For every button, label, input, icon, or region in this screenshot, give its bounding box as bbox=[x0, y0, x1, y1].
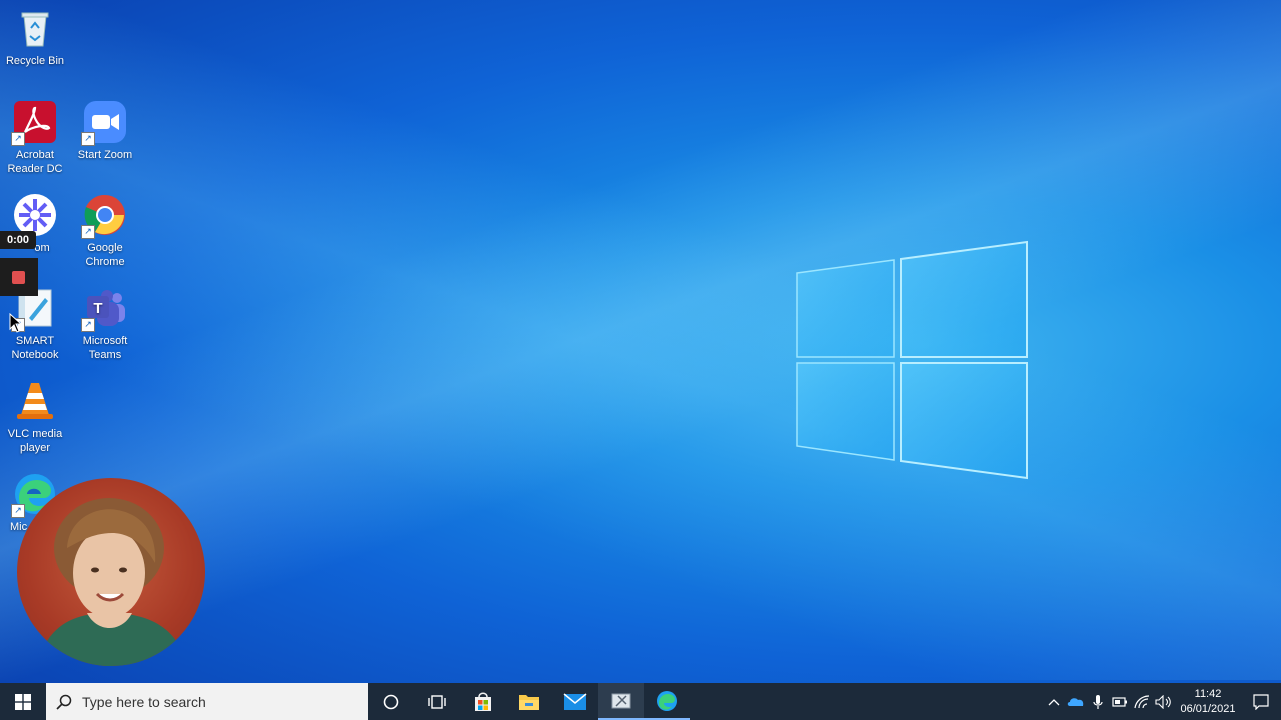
mail-icon bbox=[563, 692, 587, 710]
taskbar: Type here to search 11:42 06/01/2021 bbox=[0, 683, 1281, 720]
shortcut-arrow-icon: ↗ bbox=[11, 132, 25, 146]
acrobat-icon: ↗ bbox=[11, 100, 57, 146]
windows-logo-wallpaper bbox=[796, 240, 1028, 480]
cortana-button[interactable] bbox=[368, 683, 414, 720]
desktop-icon-chrome[interactable]: ↗ Google Chrome bbox=[70, 193, 140, 269]
microphone-icon bbox=[1093, 694, 1103, 709]
taskbar-clock[interactable]: 11:42 06/01/2021 bbox=[1175, 687, 1241, 717]
desktop-icon-vlc[interactable]: VLC media player bbox=[0, 379, 70, 455]
onedrive-icon bbox=[1067, 697, 1084, 706]
shortcut-arrow-icon: ↗ bbox=[11, 504, 25, 518]
system-tray: 11:42 06/01/2021 bbox=[1043, 683, 1281, 720]
task-view-icon bbox=[428, 694, 446, 709]
desktop-icon-label: Start Zoom bbox=[77, 149, 133, 161]
search-placeholder: Type here to search bbox=[82, 693, 206, 710]
teams-icon: T ↗ bbox=[81, 286, 127, 332]
windows-start-icon bbox=[15, 693, 31, 710]
wifi-icon bbox=[1134, 694, 1150, 708]
vlc-icon bbox=[13, 379, 57, 423]
stop-icon bbox=[12, 271, 25, 284]
cortana-icon bbox=[383, 694, 399, 709]
svg-text:T: T bbox=[93, 300, 102, 317]
desktop-icon-label: Recycle Bin bbox=[5, 55, 65, 67]
battery-icon bbox=[1112, 696, 1127, 707]
taskbar-app-mail[interactable] bbox=[552, 683, 598, 720]
desktop-icon-recycle-bin[interactable]: Recycle Bin bbox=[0, 6, 70, 68]
start-button[interactable] bbox=[0, 683, 46, 720]
show-hidden-icons-button[interactable] bbox=[1043, 683, 1065, 720]
chevron-up-icon bbox=[1048, 698, 1060, 705]
volume-button[interactable] bbox=[1153, 683, 1175, 720]
speaker-icon bbox=[1155, 694, 1171, 709]
taskbar-app-store[interactable] bbox=[460, 683, 506, 720]
chrome-icon: ↗ bbox=[81, 193, 127, 239]
desktop-icon-start-zoom[interactable]: ↗ Start Zoom bbox=[70, 100, 140, 162]
shortcut-arrow-icon: ↗ bbox=[81, 318, 95, 332]
file-explorer-icon bbox=[519, 694, 539, 710]
taskbar-search-box[interactable]: Type here to search bbox=[46, 683, 368, 720]
taskbar-app-snipping[interactable] bbox=[598, 683, 644, 720]
recycle-bin-icon bbox=[13, 6, 57, 50]
network-button[interactable] bbox=[1131, 683, 1153, 720]
desktop-icon-label: SMART Notebook bbox=[11, 335, 59, 361]
taskbar-app-file-explorer[interactable] bbox=[506, 683, 552, 720]
microphone-button[interactable] bbox=[1087, 683, 1109, 720]
onedrive-button[interactable] bbox=[1065, 683, 1087, 720]
shortcut-arrow-icon: ↗ bbox=[81, 225, 95, 239]
clock-time: 11:42 bbox=[1194, 687, 1222, 700]
desktop-icon-teams[interactable]: T ↗ Microsoft Teams bbox=[70, 286, 140, 362]
search-icon bbox=[56, 694, 72, 710]
desktop-icon-label: Google Chrome bbox=[85, 242, 125, 268]
stop-recording-button[interactable] bbox=[0, 258, 38, 296]
store-icon bbox=[475, 692, 491, 711]
desktop-icon-acrobat[interactable]: ↗ Acrobat Reader DC bbox=[0, 100, 70, 176]
desktop-icon-label: Acrobat Reader DC bbox=[7, 149, 63, 175]
action-center-button[interactable] bbox=[1241, 683, 1281, 720]
desktop-icon-label: VLC media player bbox=[7, 428, 63, 454]
recording-timer: 0:00 bbox=[0, 231, 36, 249]
task-view-button[interactable] bbox=[414, 683, 460, 720]
shortcut-arrow-icon: ↗ bbox=[81, 132, 95, 146]
battery-button[interactable] bbox=[1109, 683, 1131, 720]
snipping-icon bbox=[611, 693, 631, 708]
presenter-face-image bbox=[37, 498, 187, 666]
taskbar-app-edge[interactable] bbox=[644, 683, 690, 720]
edge-icon bbox=[657, 690, 677, 711]
clock-date: 06/01/2021 bbox=[1180, 702, 1236, 715]
notification-icon bbox=[1253, 693, 1269, 710]
zoom-icon: ↗ bbox=[81, 100, 127, 146]
desktop-icon-label: Microsoft Teams bbox=[82, 335, 128, 361]
mouse-cursor-icon bbox=[9, 313, 23, 333]
webcam-bubble[interactable] bbox=[17, 478, 205, 666]
